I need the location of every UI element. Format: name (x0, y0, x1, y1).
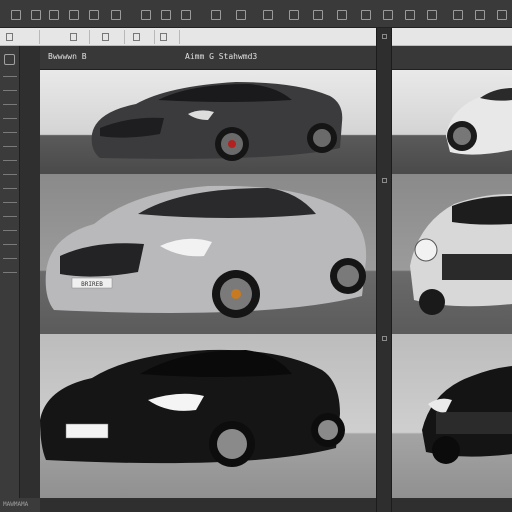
filter-icon[interactable] (382, 9, 393, 20)
sidebar-row[interactable] (3, 202, 17, 203)
option-marker-icon[interactable] (133, 33, 140, 41)
text-tool-icon[interactable] (180, 9, 191, 20)
eyedropper-icon[interactable] (288, 9, 299, 20)
fill-icon[interactable] (160, 9, 171, 20)
car-image-3[interactable] (40, 334, 376, 498)
tools-sidebar (0, 46, 20, 512)
car-silver: BRIREB (45, 185, 367, 318)
option-cell[interactable] (155, 30, 180, 44)
share-icon[interactable] (474, 9, 485, 20)
divider-handle-icon[interactable] (382, 34, 387, 39)
export-icon[interactable] (452, 9, 463, 20)
transform-icon[interactable] (312, 9, 323, 20)
divider-handle-icon[interactable] (382, 336, 387, 341)
license-plate-text: BRIREB (81, 281, 103, 288)
sidebar-row[interactable] (3, 258, 17, 259)
car-black-partial (422, 366, 512, 464)
sidebar-row[interactable] (3, 174, 17, 175)
sidebar-home-icon[interactable] (4, 54, 15, 65)
panel-divider[interactable] (376, 28, 392, 512)
sidebar-row[interactable] (3, 118, 17, 119)
car-image-4[interactable] (392, 70, 512, 174)
sidebar-gutter (20, 46, 40, 512)
divider-handle-icon[interactable] (382, 178, 387, 183)
car-black (40, 349, 345, 467)
sidebar-row[interactable] (3, 132, 17, 133)
mask-icon[interactable] (404, 9, 415, 20)
status-label: MAWMAMA (3, 501, 29, 508)
option-marker-icon[interactable] (6, 33, 13, 41)
history-icon[interactable] (360, 9, 371, 20)
car-dark-grey (91, 82, 343, 161)
top-toolbar (0, 0, 512, 28)
hand-icon[interactable] (262, 9, 273, 20)
layers-icon[interactable] (48, 9, 59, 20)
sidebar-row[interactable] (3, 216, 17, 217)
option-marker-icon[interactable] (70, 33, 77, 41)
eraser-icon[interactable] (140, 9, 151, 20)
car-image-2[interactable]: BRIREB (40, 174, 376, 334)
car-white-partial (446, 86, 512, 155)
option-marker-icon[interactable] (102, 33, 109, 41)
settings-icon[interactable] (496, 9, 507, 20)
menu-icon[interactable] (10, 9, 21, 20)
brush-icon[interactable] (110, 9, 121, 20)
sidebar-row[interactable] (3, 230, 17, 231)
sidebar-row[interactable] (3, 90, 17, 91)
sidebar-row[interactable] (3, 104, 17, 105)
car-image-6[interactable] (392, 334, 512, 498)
option-cell[interactable] (40, 30, 90, 44)
car-white-front-partial (410, 194, 512, 315)
canvas-subtitle: Aimm G Stahwmd3 (185, 52, 258, 61)
align-icon[interactable] (336, 9, 347, 20)
sidebar-row[interactable] (3, 146, 17, 147)
shape-icon[interactable] (210, 9, 221, 20)
car-image-5[interactable] (392, 174, 512, 334)
select-icon[interactable] (68, 9, 79, 20)
adjust-icon[interactable] (426, 9, 437, 20)
car-image-1[interactable] (40, 70, 376, 174)
option-marker-icon[interactable] (160, 33, 167, 41)
crop-icon[interactable] (88, 9, 99, 20)
sidebar-row[interactable] (3, 188, 17, 189)
image-editor-window: Bwwwwn B Aimm G Stahwmd3 BRIREB MAWMAMA (0, 0, 512, 512)
sidebar-row[interactable] (3, 272, 17, 273)
option-cell[interactable] (20, 30, 40, 44)
sidebar-row[interactable] (3, 244, 17, 245)
sidebar-row[interactable] (3, 76, 17, 77)
canvas-header: Bwwwwn B Aimm G Stahwmd3 (40, 46, 376, 70)
right-panel-header (392, 46, 512, 70)
zoom-icon[interactable] (235, 9, 246, 20)
options-strip (0, 28, 512, 46)
grid-icon[interactable] (30, 9, 41, 20)
sidebar-row[interactable] (3, 160, 17, 161)
option-cell[interactable] (125, 30, 155, 44)
canvas-title: Bwwwwn B (48, 52, 87, 61)
status-bar: MAWMAMA (0, 498, 40, 512)
